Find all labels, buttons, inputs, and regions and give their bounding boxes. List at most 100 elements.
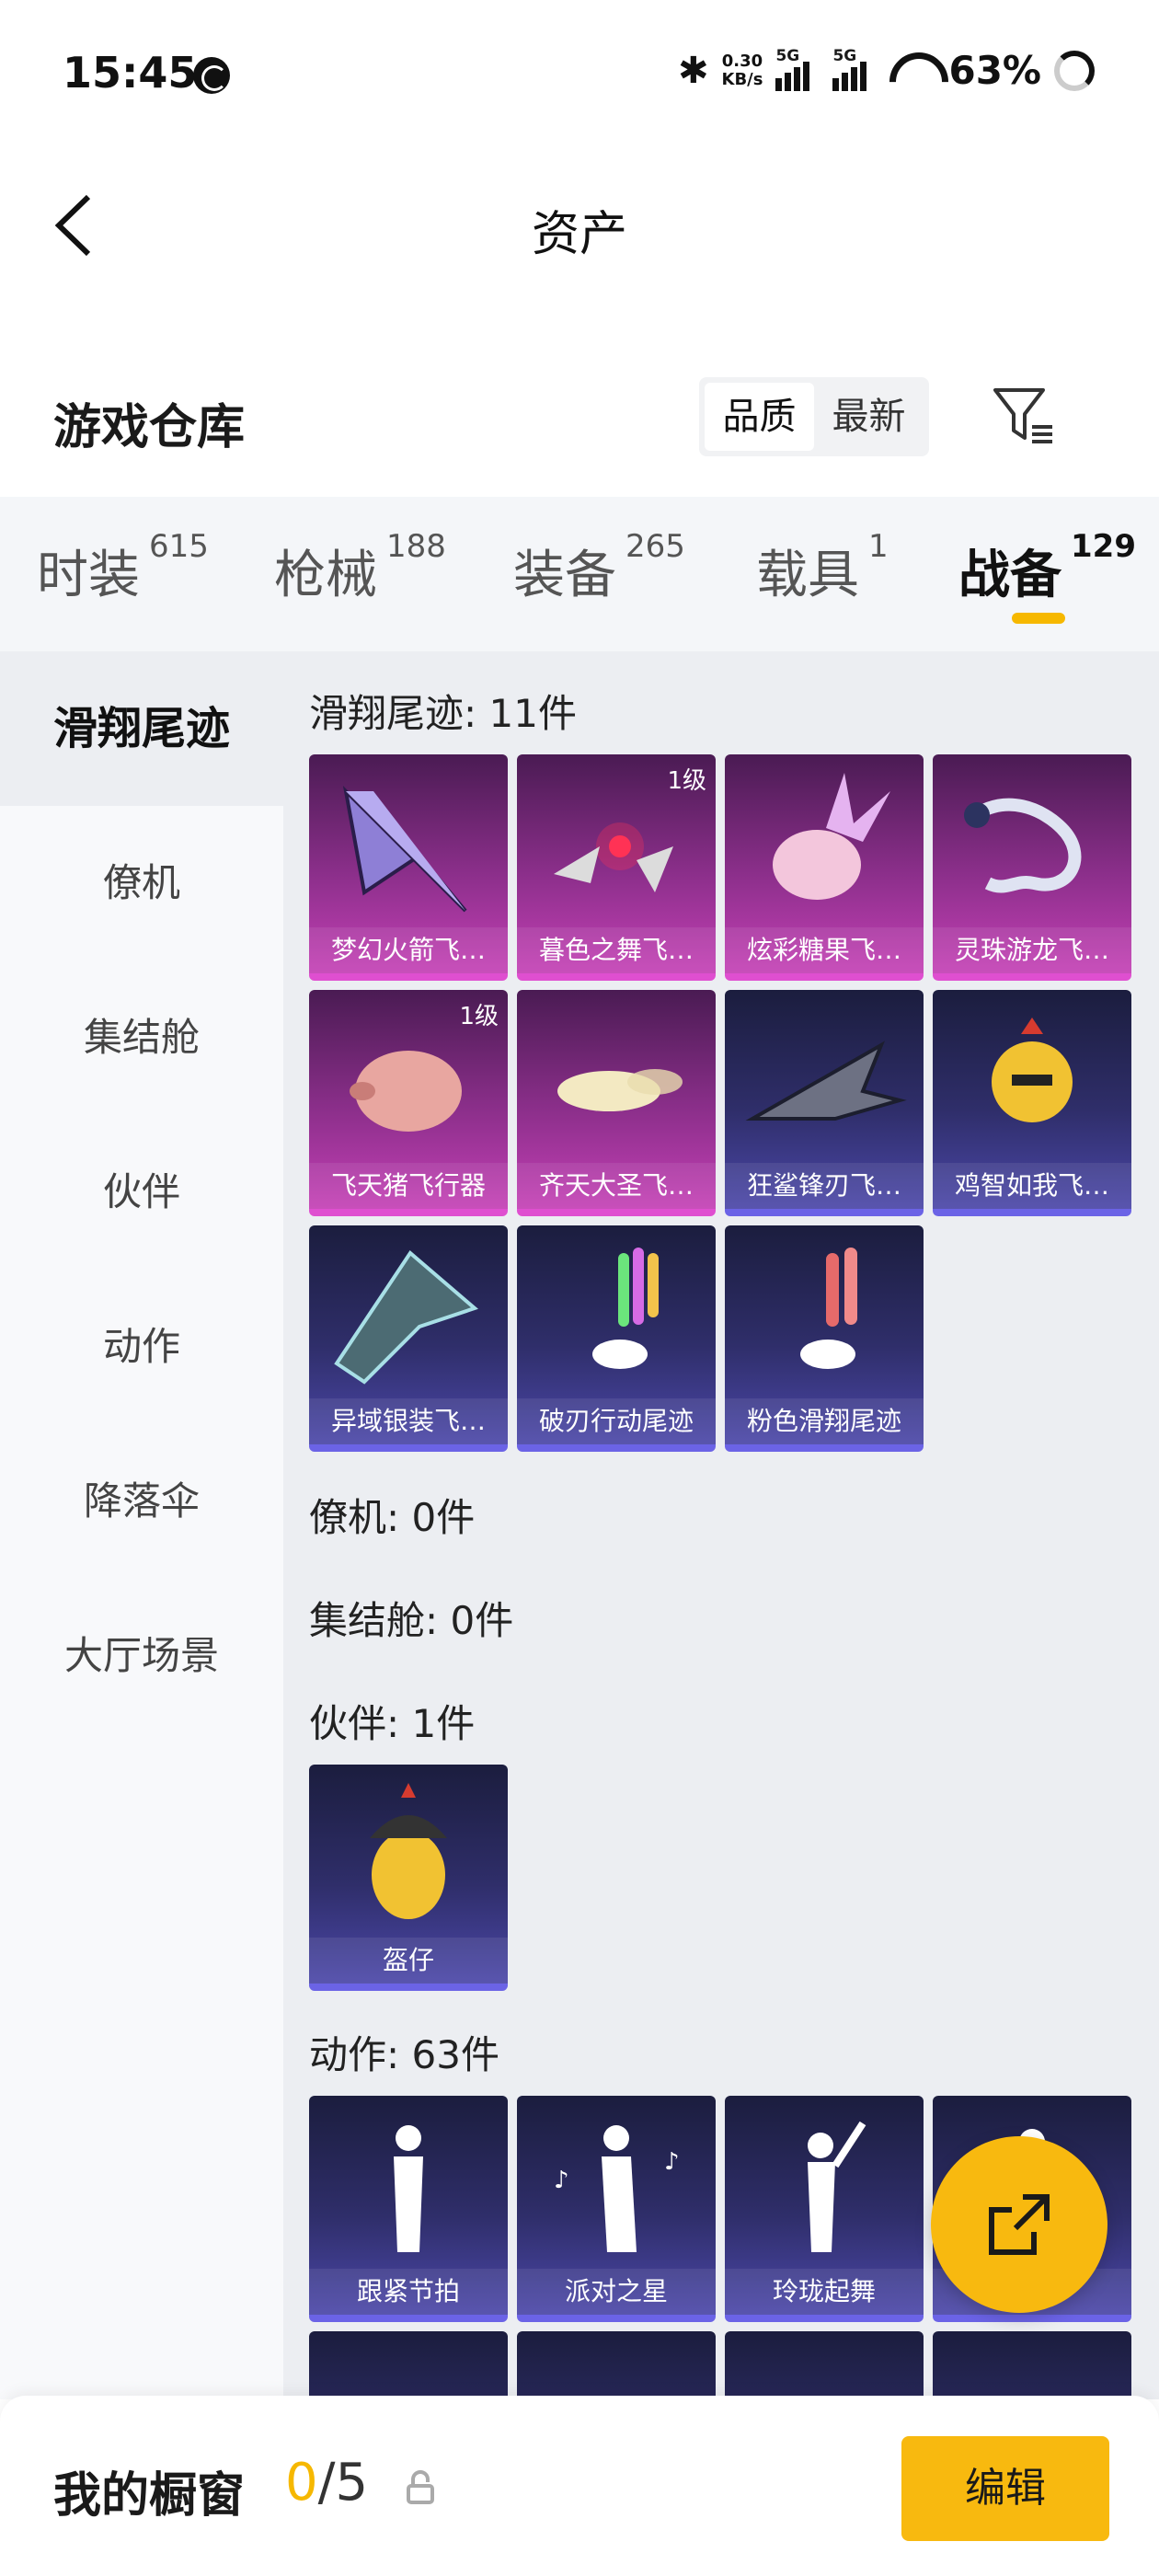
candy-glider-icon	[773, 773, 890, 900]
sidebar-item-glide-trail[interactable]: 滑翔尾迹	[0, 651, 283, 806]
item-name: 异域银装飞…	[309, 1398, 508, 1444]
share-button[interactable]	[931, 2136, 1107, 2313]
item-name: 炫彩糖果飞…	[725, 927, 924, 973]
tab-label: 枪械	[274, 546, 377, 605]
item-name: 狂鲨锋刃飞…	[725, 1163, 924, 1209]
chicken-glider-icon	[992, 1018, 1073, 1122]
sidebar-item-lobby-scene[interactable]: 大厅场景	[0, 1579, 283, 1733]
item-card[interactable]: 玲珑起舞	[725, 2096, 924, 2322]
svg-text:♪: ♪	[554, 2167, 569, 2194]
tab-fashion[interactable]: 时装 615	[37, 528, 209, 608]
tab-count: 1	[868, 528, 889, 565]
signal-icon: 5G	[775, 47, 820, 91]
dancer-figure-icon	[394, 2125, 423, 2252]
network-speed: 0.30 KB/s	[722, 52, 763, 89]
item-card[interactable]: 破刃行动尾迹	[517, 1225, 716, 1452]
sidebar-item-capsule[interactable]: 集结舱	[0, 960, 283, 1115]
item-name: 梦幻火箭飞…	[309, 927, 508, 973]
tab-label: 战备	[958, 546, 1061, 605]
pink-smoke-trail-icon	[800, 1248, 857, 1369]
edit-button[interactable]: 编辑	[901, 2436, 1109, 2541]
tab-equipment[interactable]: 装备 265	[513, 528, 685, 608]
body: 滑翔尾迹 僚机 集结舱 伙伴 动作 降落伞 大厅场景 滑翔尾迹: 11件 梦幻火…	[0, 651, 1159, 2558]
tab-count: 615	[149, 528, 209, 565]
battery-level: 63%	[948, 48, 1041, 93]
sim1-label: 5G	[775, 46, 800, 65]
smoke-trail-icon	[592, 1248, 659, 1369]
item-card[interactable]: 跟紧节拍	[309, 2096, 508, 2322]
sidebar-item-parachute[interactable]: 降落伞	[0, 1424, 283, 1579]
sim2-label: 5G	[832, 46, 857, 65]
sidebar-item-emote[interactable]: 动作	[0, 1270, 283, 1424]
tab-label: 时装	[37, 546, 140, 605]
category-tabs: 时装 615 枪械 188 装备 265 载具 1 战备 129	[0, 497, 1159, 651]
item-card[interactable]: ♪ ♪ 派对之星	[517, 2096, 716, 2322]
item-card[interactable]: 鸡智如我飞…	[933, 990, 1131, 1216]
active-tab-indicator	[1012, 613, 1065, 624]
dragon-glider-icon	[964, 798, 1082, 893]
share-icon	[989, 2194, 1050, 2255]
item-card[interactable]: 1级 飞天猪飞行器	[309, 990, 508, 1216]
cloud-glider-icon	[557, 1069, 683, 1111]
item-level: 1级	[459, 1003, 499, 1030]
group-title-wingman: 僚机: 0件	[309, 1495, 476, 1540]
tab-count: 188	[386, 528, 446, 565]
item-card[interactable]: 狂鲨锋刃飞…	[725, 990, 924, 1216]
filter-icon[interactable]	[992, 385, 1056, 449]
status-time: 15:45	[63, 48, 198, 98]
item-card[interactable]: 灵珠游龙飞…	[933, 754, 1131, 981]
lock-icon	[407, 2470, 434, 2504]
battery-ring-icon	[1054, 50, 1095, 91]
showcase-max: 5	[335, 2453, 369, 2513]
showcase-current: 0	[285, 2453, 318, 2513]
group-title-glide: 滑翔尾迹: 11件	[309, 691, 577, 736]
showcase-title: 我的橱窗	[53, 2468, 246, 2524]
tab-battle-prep[interactable]: 战备 129	[958, 528, 1136, 608]
sidebar: 滑翔尾迹 僚机 集结舱 伙伴 动作 降落伞 大厅场景	[0, 651, 283, 2399]
shark-glider-icon	[745, 1041, 907, 1121]
rocket-glider-icon	[342, 786, 467, 913]
network-speed-unit: KB/s	[721, 69, 763, 89]
globe-icon	[193, 57, 230, 94]
item-name: 齐天大圣飞…	[517, 1163, 716, 1209]
item-name: 灵珠游龙飞…	[933, 927, 1131, 973]
item-name: 破刃行动尾迹	[517, 1398, 716, 1444]
item-name: 跟紧节拍	[309, 2269, 508, 2315]
helmet-chick-icon	[370, 1783, 447, 1919]
signal-icon-2: 5G	[832, 47, 877, 91]
status-bar: 15:45 ✱ 0.30 KB/s 5G 5G 63%	[0, 0, 1159, 147]
item-card[interactable]: 炫彩糖果飞…	[725, 754, 924, 981]
dancer-figure-icon: ♪ ♪	[554, 2125, 680, 2252]
sort-toggle: 品质 最新	[699, 377, 929, 456]
showcase-count: 0/5	[285, 2453, 368, 2513]
sort-quality-button[interactable]: 品质	[705, 383, 814, 451]
item-card[interactable]: 齐天大圣飞…	[517, 990, 716, 1216]
section-title: 游戏仓库	[53, 400, 246, 455]
network-speed-value: 0.30	[721, 51, 763, 71]
item-card[interactable]: 盔仔	[309, 1765, 508, 1991]
wifi-icon	[889, 52, 935, 89]
item-card[interactable]: 梦幻火箭飞…	[309, 754, 508, 981]
sidebar-item-partner[interactable]: 伙伴	[0, 1115, 283, 1270]
tab-label: 载具	[756, 546, 859, 605]
tab-count: 265	[625, 528, 685, 565]
item-name: 玲珑起舞	[725, 2269, 924, 2315]
assets-page: 15:45 ✱ 0.30 KB/s 5G 5G 63% 资产 游戏仓库 品质 最…	[0, 0, 1159, 2576]
item-card[interactable]: 1级 暮色之舞飞…	[517, 754, 716, 981]
silver-glider-icon	[334, 1250, 478, 1385]
group-title-partner: 伙伴: 1件	[309, 1701, 476, 1746]
tab-vehicles[interactable]: 载具 1	[756, 528, 889, 608]
sort-newest-button[interactable]: 最新	[814, 383, 924, 451]
item-name: 暮色之舞飞…	[517, 927, 716, 973]
tab-count: 129	[1071, 528, 1136, 565]
sidebar-item-wingman[interactable]: 僚机	[0, 806, 283, 960]
showcase-bar: 我的橱窗 0/5 编辑	[0, 2396, 1159, 2576]
group-title-emote: 动作: 63件	[309, 2032, 499, 2077]
showcase-separator: /	[317, 2453, 336, 2513]
group-title-capsule: 集结舱: 0件	[309, 1598, 514, 1643]
item-card[interactable]: 粉色滑翔尾迹	[725, 1225, 924, 1452]
item-name: 鸡智如我飞…	[933, 1163, 1131, 1209]
item-card[interactable]: 异域银装飞…	[309, 1225, 508, 1452]
tab-guns[interactable]: 枪械 188	[274, 528, 446, 608]
status-icons: ✱ 0.30 KB/s 5G 5G 63%	[678, 47, 1095, 93]
